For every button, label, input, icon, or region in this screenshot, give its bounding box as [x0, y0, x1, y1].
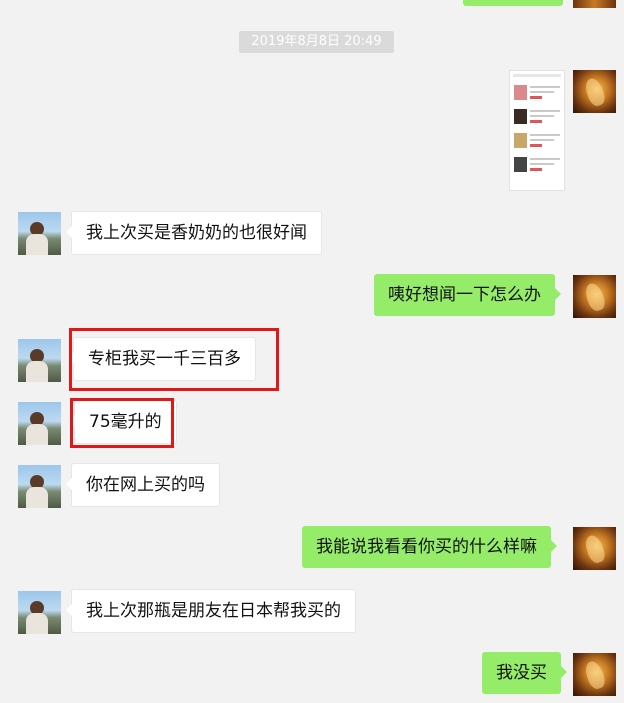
outgoing-message-bubble[interactable]: 我能说我看看你买的什么样嘛: [302, 526, 557, 568]
outgoing-message-bubble[interactable]: 咦好想闻一下怎么办: [374, 274, 561, 316]
my-avatar-photo-icon: [573, 275, 616, 318]
friend-avatar-photo-icon: [18, 591, 61, 634]
friend-avatar[interactable]: [18, 591, 61, 634]
outgoing-message-bubble[interactable]: 我没买: [482, 652, 567, 694]
screenshot-product-row: [514, 107, 562, 129]
friend-avatar-photo-icon: [18, 402, 61, 445]
my-avatar[interactable]: [573, 527, 616, 570]
chat-timestamp: 2019年8月8日 20:49: [239, 31, 394, 53]
my-avatar[interactable]: [573, 275, 616, 318]
screenshot-product-row: [514, 131, 562, 153]
friend-avatar[interactable]: [18, 339, 61, 382]
my-avatar-photo-icon: [573, 653, 616, 696]
friend-avatar-photo-icon: [18, 465, 61, 508]
my-avatar-photo-icon: [573, 70, 616, 113]
friend-avatar[interactable]: [18, 212, 61, 255]
my-avatar[interactable]: [573, 653, 616, 696]
incoming-message-bubble[interactable]: 我上次那瓶是朋友在日本帮我买的: [66, 589, 356, 633]
image-message[interactable]: [509, 70, 565, 191]
previous-message-bubble-partial[interactable]: [463, 0, 563, 6]
friend-avatar-photo-icon: [18, 212, 61, 255]
screenshot-product-row: [514, 155, 562, 177]
incoming-message-bubble[interactable]: 我上次买是香奶奶的也很好闻: [66, 211, 322, 255]
screenshot-product-row: [514, 83, 562, 105]
friend-avatar[interactable]: [18, 402, 61, 445]
red-highlight-box: [70, 398, 174, 448]
friend-avatar[interactable]: [18, 465, 61, 508]
my-avatar[interactable]: [573, 70, 616, 113]
my-avatar-partial[interactable]: [573, 0, 616, 8]
incoming-message-bubble[interactable]: 你在网上买的吗: [66, 463, 220, 507]
friend-avatar-photo-icon: [18, 339, 61, 382]
screenshot-header-bar: [513, 74, 561, 77]
red-highlight-box: [69, 328, 279, 391]
my-avatar-photo-icon: [573, 527, 616, 570]
